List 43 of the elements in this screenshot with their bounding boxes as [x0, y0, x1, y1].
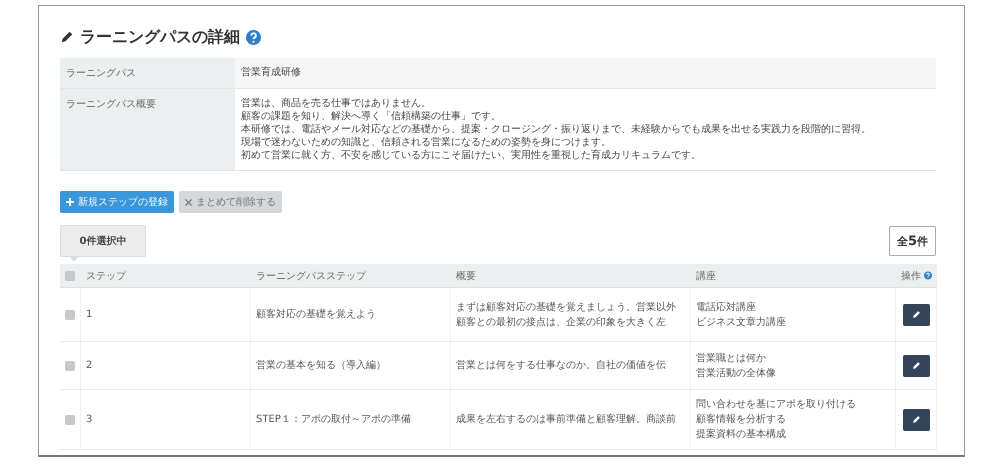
table-cell-text: 3 — [86, 413, 94, 427]
pencil-icon — [60, 30, 74, 44]
course-name: 提案資料の基本構成 — [696, 428, 787, 442]
course-name: ビジネス文章力講座 — [696, 316, 787, 330]
table-cell-text: STEP１：アポの取付～アポの準備 — [256, 413, 412, 427]
edit-button[interactable] — [902, 304, 930, 326]
total-count: 全5件 — [888, 226, 936, 256]
help-icon[interactable] — [246, 30, 261, 44]
course-name: 顧客情報を分析する — [696, 412, 787, 427]
course-name: 問い合わせを基にアポを取り付ける — [696, 398, 857, 412]
help-icon[interactable] — [924, 271, 932, 280]
pencil-icon — [912, 361, 920, 370]
course-name: 営業職とは何か — [696, 352, 767, 366]
edit-button[interactable] — [902, 354, 930, 376]
close-icon — [185, 198, 192, 206]
table-cell-text: 顧客対応の基礎を覚えよう — [256, 308, 377, 322]
column-header: 操作 — [901, 270, 921, 282]
column-header: ラーニングパスステップ — [256, 270, 366, 282]
row-checkbox[interactable] — [65, 414, 75, 424]
column-header: 概要 — [456, 270, 476, 282]
pencil-icon — [912, 415, 920, 424]
pencil-icon — [912, 310, 920, 319]
page-title: ラーニングパスの詳細 — [80, 26, 240, 48]
table-cell-text: 顧客との最初の接点は、企業の印象を大きく左 — [456, 316, 667, 330]
table-cell-text: 営業の基本を知る（導入編） — [256, 358, 387, 373]
edit-button[interactable] — [902, 408, 930, 430]
table-cell-text: 成果を左右するのは事前準備と顧客理解。商談前 — [456, 412, 677, 427]
course-name: 営業活動の全体像 — [696, 366, 777, 380]
course-name: 電話応対講座 — [696, 300, 757, 314]
table-cell-text: 営業とは何をする仕事なのか。自社の価値を伝 — [456, 358, 667, 373]
add-step-button[interactable]: 新規ステップの登録 — [60, 191, 174, 213]
table-cell-text: 2 — [86, 359, 94, 373]
table-cell-text: 1 — [86, 308, 94, 322]
row-checkbox[interactable] — [65, 310, 75, 320]
column-header: ステップ — [86, 270, 126, 282]
info-label: ラーニングパス — [60, 58, 235, 89]
info-label: ラーニングパス概要 — [60, 89, 235, 171]
info-value: 営業育成研修 — [235, 58, 936, 89]
column-header: 講座 — [696, 270, 716, 282]
row-checkbox[interactable] — [65, 360, 75, 370]
select-all-checkbox[interactable] — [65, 270, 75, 280]
plus-icon — [66, 198, 74, 206]
table-cell-text: まずは顧客対応の基礎を覚えましょう。営業以外 — [456, 300, 677, 314]
